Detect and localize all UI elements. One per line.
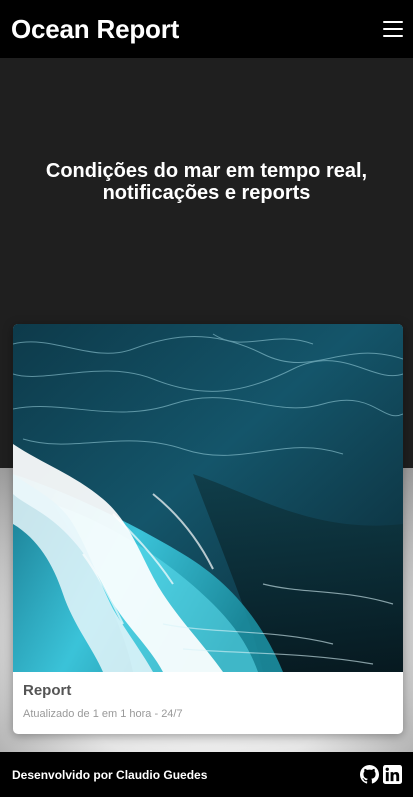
footer: Desenvolvido por Claudio Guedes [0, 752, 413, 797]
hamburger-menu-icon[interactable] [383, 21, 403, 37]
navbar: Ocean Report [0, 0, 413, 58]
linkedin-icon[interactable] [383, 765, 402, 784]
ocean-wave-image [13, 324, 403, 672]
card-subtitle: Atualizado de 1 em 1 hora - 24/7 [23, 708, 183, 720]
page: Ocean Report Condições do mar em tempo r… [0, 0, 413, 797]
hero-title-line-2: notificações e reports [102, 182, 311, 204]
brand-logo[interactable]: Ocean Report [11, 14, 179, 45]
card-title: Report [23, 682, 72, 699]
card-body: Report Atualizado de 1 em 1 hora - 24/7 [13, 672, 403, 720]
footer-social-icons [360, 765, 402, 784]
hero-title-line-1: Condições do mar em tempo real, [45, 160, 368, 182]
report-card[interactable]: Report Atualizado de 1 em 1 hora - 24/7 [13, 324, 403, 734]
footer-credit: Desenvolvido por Claudio Guedes [12, 767, 208, 782]
hero-title: Condições do mar em tempo real, notifica… [20, 160, 393, 204]
github-icon[interactable] [360, 765, 379, 784]
